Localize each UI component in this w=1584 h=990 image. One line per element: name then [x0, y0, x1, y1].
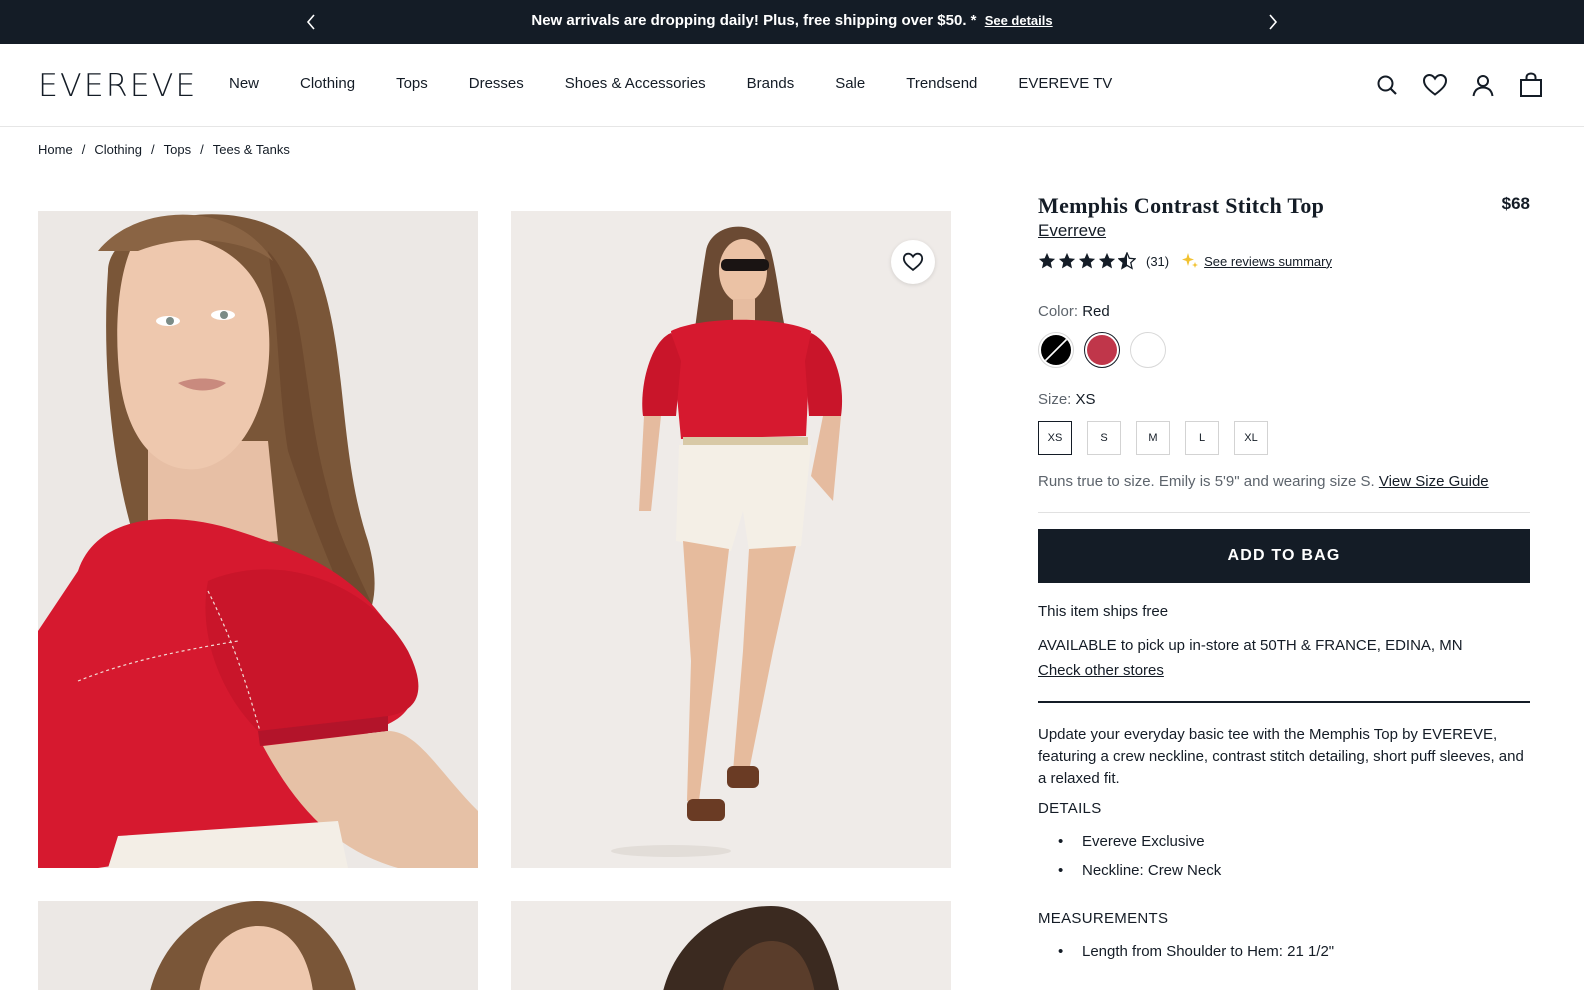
size-l-button[interactable]: L: [1185, 421, 1219, 455]
ships-free-text: This item ships free: [1038, 603, 1169, 620]
reviews-summary-link[interactable]: See reviews summary: [1204, 254, 1332, 269]
brand-link[interactable]: Everreve: [1038, 221, 1106, 241]
star-icon: [1038, 252, 1056, 269]
divider: [1038, 512, 1530, 513]
swatch-black[interactable]: [1038, 332, 1074, 368]
product-image-closeup[interactable]: [38, 211, 478, 868]
nav-item-tops[interactable]: Tops: [396, 75, 428, 92]
chevron-right-icon[interactable]: [1262, 11, 1284, 33]
product-image-full-body[interactable]: [511, 211, 951, 868]
measurements-item: Length from Shoulder to Hem: 21 1/2": [1038, 943, 1334, 960]
details-item: Evereve Exclusive: [1038, 833, 1221, 850]
size-guide-link[interactable]: View Size Guide: [1379, 473, 1489, 490]
star-rating[interactable]: [1038, 252, 1136, 270]
fit-note: Runs true to size. Emily is 5'9" and wea…: [1038, 473, 1375, 490]
announcement-message: New arrivals are dropping daily! Plus, f…: [531, 12, 977, 29]
details-heading: DETAILS: [1038, 800, 1102, 817]
wishlist-heart-icon[interactable]: [891, 240, 935, 284]
measurements-heading: MEASUREMENTS: [1038, 910, 1169, 927]
star-icon: [1098, 252, 1116, 269]
see-details-link[interactable]: See details: [985, 13, 1053, 28]
selected-size: XS: [1075, 391, 1096, 408]
site-logo[interactable]: EVEREVE: [38, 68, 197, 104]
size-m-button[interactable]: M: [1136, 421, 1170, 455]
account-icon[interactable]: [1470, 72, 1496, 98]
divider: [1038, 701, 1530, 703]
product-image-4[interactable]: [511, 901, 951, 990]
breadcrumb-separator: /: [200, 142, 204, 157]
pickup-availability: AVAILABLE to pick up in-store at 50TH & …: [1038, 637, 1463, 654]
star-icon: [1058, 252, 1076, 269]
heart-icon[interactable]: [1422, 72, 1448, 98]
review-count[interactable]: (31): [1146, 254, 1169, 269]
swatch-black-fill: [1041, 335, 1071, 365]
nav-item-dresses[interactable]: Dresses: [469, 75, 524, 92]
add-to-bag-button[interactable]: ADD TO BAG: [1038, 529, 1530, 583]
details-list: Evereve Exclusive Neckline: Crew Neck: [1038, 833, 1221, 879]
search-icon[interactable]: [1374, 72, 1400, 98]
nav-item-sale[interactable]: Sale: [835, 75, 865, 92]
product-title: Memphis Contrast Stitch Top: [1038, 193, 1325, 218]
color-label: Color:: [1038, 303, 1079, 320]
breadcrumb-separator: /: [151, 142, 155, 157]
nav-item-new[interactable]: New: [229, 75, 259, 92]
size-label-row: Size: XS: [1038, 391, 1096, 408]
breadcrumb-separator: /: [81, 142, 86, 157]
color-swatches: [1038, 332, 1166, 368]
main-nav: New Clothing Tops Dresses Shoes & Access…: [229, 75, 1112, 92]
product-description: Update your everyday basic tee with the …: [1038, 726, 1524, 787]
breadcrumb-tees-tanks[interactable]: Tees & Tanks: [213, 142, 290, 157]
fit-note-row: Runs true to size. Emily is 5'9" and wea…: [1038, 473, 1489, 490]
selected-color: Red: [1082, 303, 1110, 320]
nav-item-shoes-accessories[interactable]: Shoes & Accessories: [565, 75, 706, 92]
breadcrumb: Home / Clothing / Tops / Tees & Tanks: [38, 142, 290, 157]
announcement-bar: New arrivals are dropping daily! Plus, f…: [0, 0, 1584, 44]
rating-row: (31) See reviews summary: [1038, 252, 1332, 270]
announcement-text: New arrivals are dropping daily! Plus, f…: [0, 12, 1584, 29]
breadcrumb-clothing[interactable]: Clothing: [94, 142, 142, 157]
nav-item-evereve-tv[interactable]: EVEREVE TV: [1018, 75, 1112, 92]
sparkle-icon: [1181, 252, 1199, 270]
swatch-white-fill: [1133, 335, 1163, 365]
star-icon: [1078, 252, 1096, 269]
half-star-icon: [1118, 252, 1136, 270]
bag-icon[interactable]: [1518, 72, 1544, 98]
measurements-list: Length from Shoulder to Hem: 21 1/2": [1038, 943, 1334, 960]
size-xl-button[interactable]: XL: [1234, 421, 1268, 455]
size-s-button[interactable]: S: [1087, 421, 1121, 455]
nav-item-clothing[interactable]: Clothing: [300, 75, 355, 92]
header-icons: [1374, 72, 1544, 98]
swatch-red-fill: [1087, 335, 1117, 365]
breadcrumb-tops[interactable]: Tops: [164, 142, 191, 157]
product-price: $68: [1501, 194, 1530, 213]
color-label-row: Color: Red: [1038, 303, 1110, 320]
size-xs-button[interactable]: XS: [1038, 421, 1072, 455]
size-label: Size:: [1038, 391, 1072, 408]
product-image-3[interactable]: [38, 901, 478, 990]
check-other-stores-link[interactable]: Check other stores: [1038, 662, 1164, 679]
nav-item-brands[interactable]: Brands: [747, 75, 795, 92]
breadcrumb-home[interactable]: Home: [38, 142, 73, 157]
size-options: XS S M L XL: [1038, 421, 1268, 455]
site-header: EVEREVE New Clothing Tops Dresses Shoes …: [0, 44, 1584, 127]
swatch-white[interactable]: [1130, 332, 1166, 368]
swatch-red-selected[interactable]: [1084, 332, 1120, 368]
details-item: Neckline: Crew Neck: [1038, 862, 1221, 879]
nav-item-trendsend[interactable]: Trendsend: [906, 75, 977, 92]
